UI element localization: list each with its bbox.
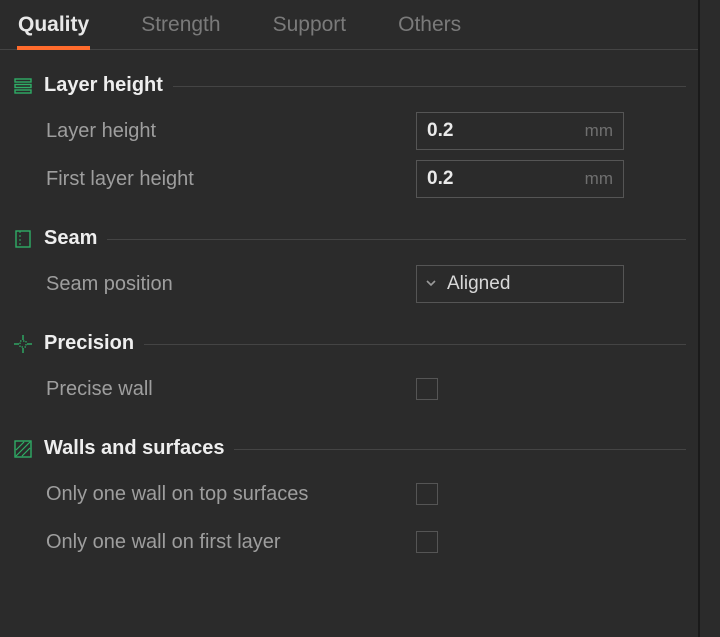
section-title: Walls and surfaces bbox=[44, 437, 224, 460]
section-layer-height: Layer height Layer height 0.2 mm First l… bbox=[0, 74, 698, 203]
label-seam-position: Seam position bbox=[46, 273, 416, 296]
tab-others[interactable]: Others bbox=[398, 13, 461, 49]
input-value: 0.2 bbox=[427, 120, 453, 142]
walls-icon bbox=[12, 438, 34, 460]
section-walls-surfaces: Walls and surfaces Only one wall on top … bbox=[0, 437, 698, 566]
checkbox-precise-wall[interactable] bbox=[416, 378, 438, 400]
section-precision: Precision Precise wall bbox=[0, 332, 698, 413]
section-header-layer-height: Layer height bbox=[12, 74, 686, 97]
section-title: Seam bbox=[44, 227, 97, 250]
input-layer-height[interactable]: 0.2 mm bbox=[416, 112, 624, 150]
label-first-layer-height: First layer height bbox=[46, 168, 416, 191]
checkbox-one-wall-top[interactable] bbox=[416, 483, 438, 505]
section-header-seam: Seam bbox=[12, 227, 686, 250]
label-one-wall-top: Only one wall on top surfaces bbox=[46, 483, 416, 506]
section-header-walls-surfaces: Walls and surfaces bbox=[12, 437, 686, 460]
input-first-layer-height[interactable]: 0.2 mm bbox=[416, 160, 624, 198]
field-layer-height: Layer height 0.2 mm bbox=[46, 107, 686, 155]
input-unit: mm bbox=[585, 169, 613, 189]
field-one-wall-first: Only one wall on first layer bbox=[46, 518, 686, 566]
field-seam-position: Seam position Aligned bbox=[46, 260, 686, 308]
input-value: 0.2 bbox=[427, 168, 453, 190]
field-first-layer-height: First layer height 0.2 mm bbox=[46, 155, 686, 203]
tab-strength[interactable]: Strength bbox=[141, 13, 220, 49]
divider bbox=[234, 449, 686, 450]
field-precise-wall: Precise wall bbox=[46, 365, 686, 413]
divider bbox=[107, 239, 686, 240]
select-seam-position[interactable]: Aligned bbox=[416, 265, 624, 303]
section-title: Precision bbox=[44, 332, 134, 355]
layers-icon bbox=[12, 75, 34, 97]
seam-icon bbox=[12, 228, 34, 250]
label-one-wall-first: Only one wall on first layer bbox=[46, 531, 416, 554]
input-unit: mm bbox=[585, 121, 613, 141]
tab-support[interactable]: Support bbox=[273, 13, 347, 49]
section-seam: Seam Seam position Aligned bbox=[0, 227, 698, 308]
select-value: Aligned bbox=[447, 273, 510, 295]
tab-quality[interactable]: Quality bbox=[18, 13, 89, 49]
checkbox-one-wall-first[interactable] bbox=[416, 531, 438, 553]
section-header-precision: Precision bbox=[12, 332, 686, 355]
field-one-wall-top: Only one wall on top surfaces bbox=[46, 470, 686, 518]
divider bbox=[173, 86, 686, 87]
section-title: Layer height bbox=[44, 74, 163, 97]
divider bbox=[144, 344, 686, 345]
precision-icon bbox=[12, 333, 34, 355]
chevron-down-icon bbox=[425, 276, 437, 292]
settings-tabs: Quality Strength Support Others bbox=[0, 0, 698, 50]
label-layer-height: Layer height bbox=[46, 120, 416, 143]
label-precise-wall: Precise wall bbox=[46, 378, 416, 401]
